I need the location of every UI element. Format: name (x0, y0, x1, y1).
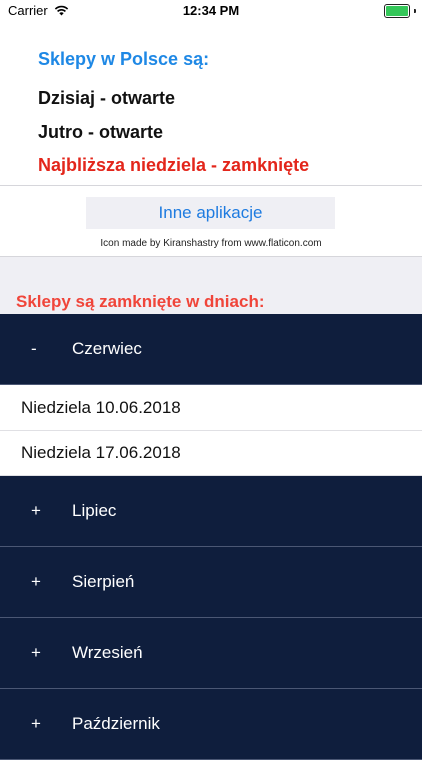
month-label: Październik (72, 714, 160, 733)
status-bar: Carrier 12:34 PM (0, 0, 422, 22)
next-sunday-status: Najbliższa niedziela - zamknięte (38, 155, 310, 175)
month-header-wrzesien[interactable]: + Wrzesień (0, 618, 422, 689)
expand-icon: + (31, 714, 41, 733)
month-header-pazdziernik[interactable]: + Październik (0, 689, 422, 760)
closed-days-heading: Sklepy są zamknięte w dniach: (16, 292, 265, 311)
divider (0, 185, 422, 186)
shops-status-panel: Sklepy w Polsce są: Dzisiaj - otwarte Ju… (0, 22, 422, 185)
month-label: Czerwiec (72, 339, 142, 358)
months-accordion: - Czerwiec Niedziela 10.06.2018 Niedziel… (0, 314, 422, 760)
list-item[interactable]: Niedziela 17.06.2018 (0, 431, 422, 476)
tomorrow-status: Jutro - otwarte (38, 122, 164, 142)
other-apps-button[interactable]: Inne aplikacje (86, 197, 335, 229)
month-label: Sierpień (72, 572, 135, 591)
expand-icon: + (31, 501, 41, 520)
icon-credit: Icon made by Kiranshastry from www.flati… (100, 238, 322, 249)
battery-fill (386, 6, 408, 16)
month-header-sierpien[interactable]: + Sierpień (0, 547, 422, 618)
status-time: 12:34 PM (182, 3, 240, 18)
month-header-czerwiec[interactable]: - Czerwiec (0, 314, 422, 385)
expand-icon: + (31, 643, 41, 662)
collapse-icon: - (31, 339, 37, 358)
list-item[interactable]: Niedziela 10.06.2018 (0, 385, 422, 431)
today-status: Dzisiaj - otwarte (38, 88, 176, 108)
status-right (384, 4, 416, 18)
month-label: Lipiec (72, 501, 117, 520)
battery-cap (414, 9, 416, 13)
month-header-lipiec[interactable]: + Lipiec (0, 476, 422, 547)
expand-icon: + (31, 572, 41, 591)
battery-icon (384, 4, 410, 18)
month-label: Wrzesień (72, 643, 143, 662)
shops-status-title: Sklepy w Polsce są: (38, 49, 210, 69)
closed-days-section: Sklepy są zamknięte w dniach: (0, 256, 422, 314)
